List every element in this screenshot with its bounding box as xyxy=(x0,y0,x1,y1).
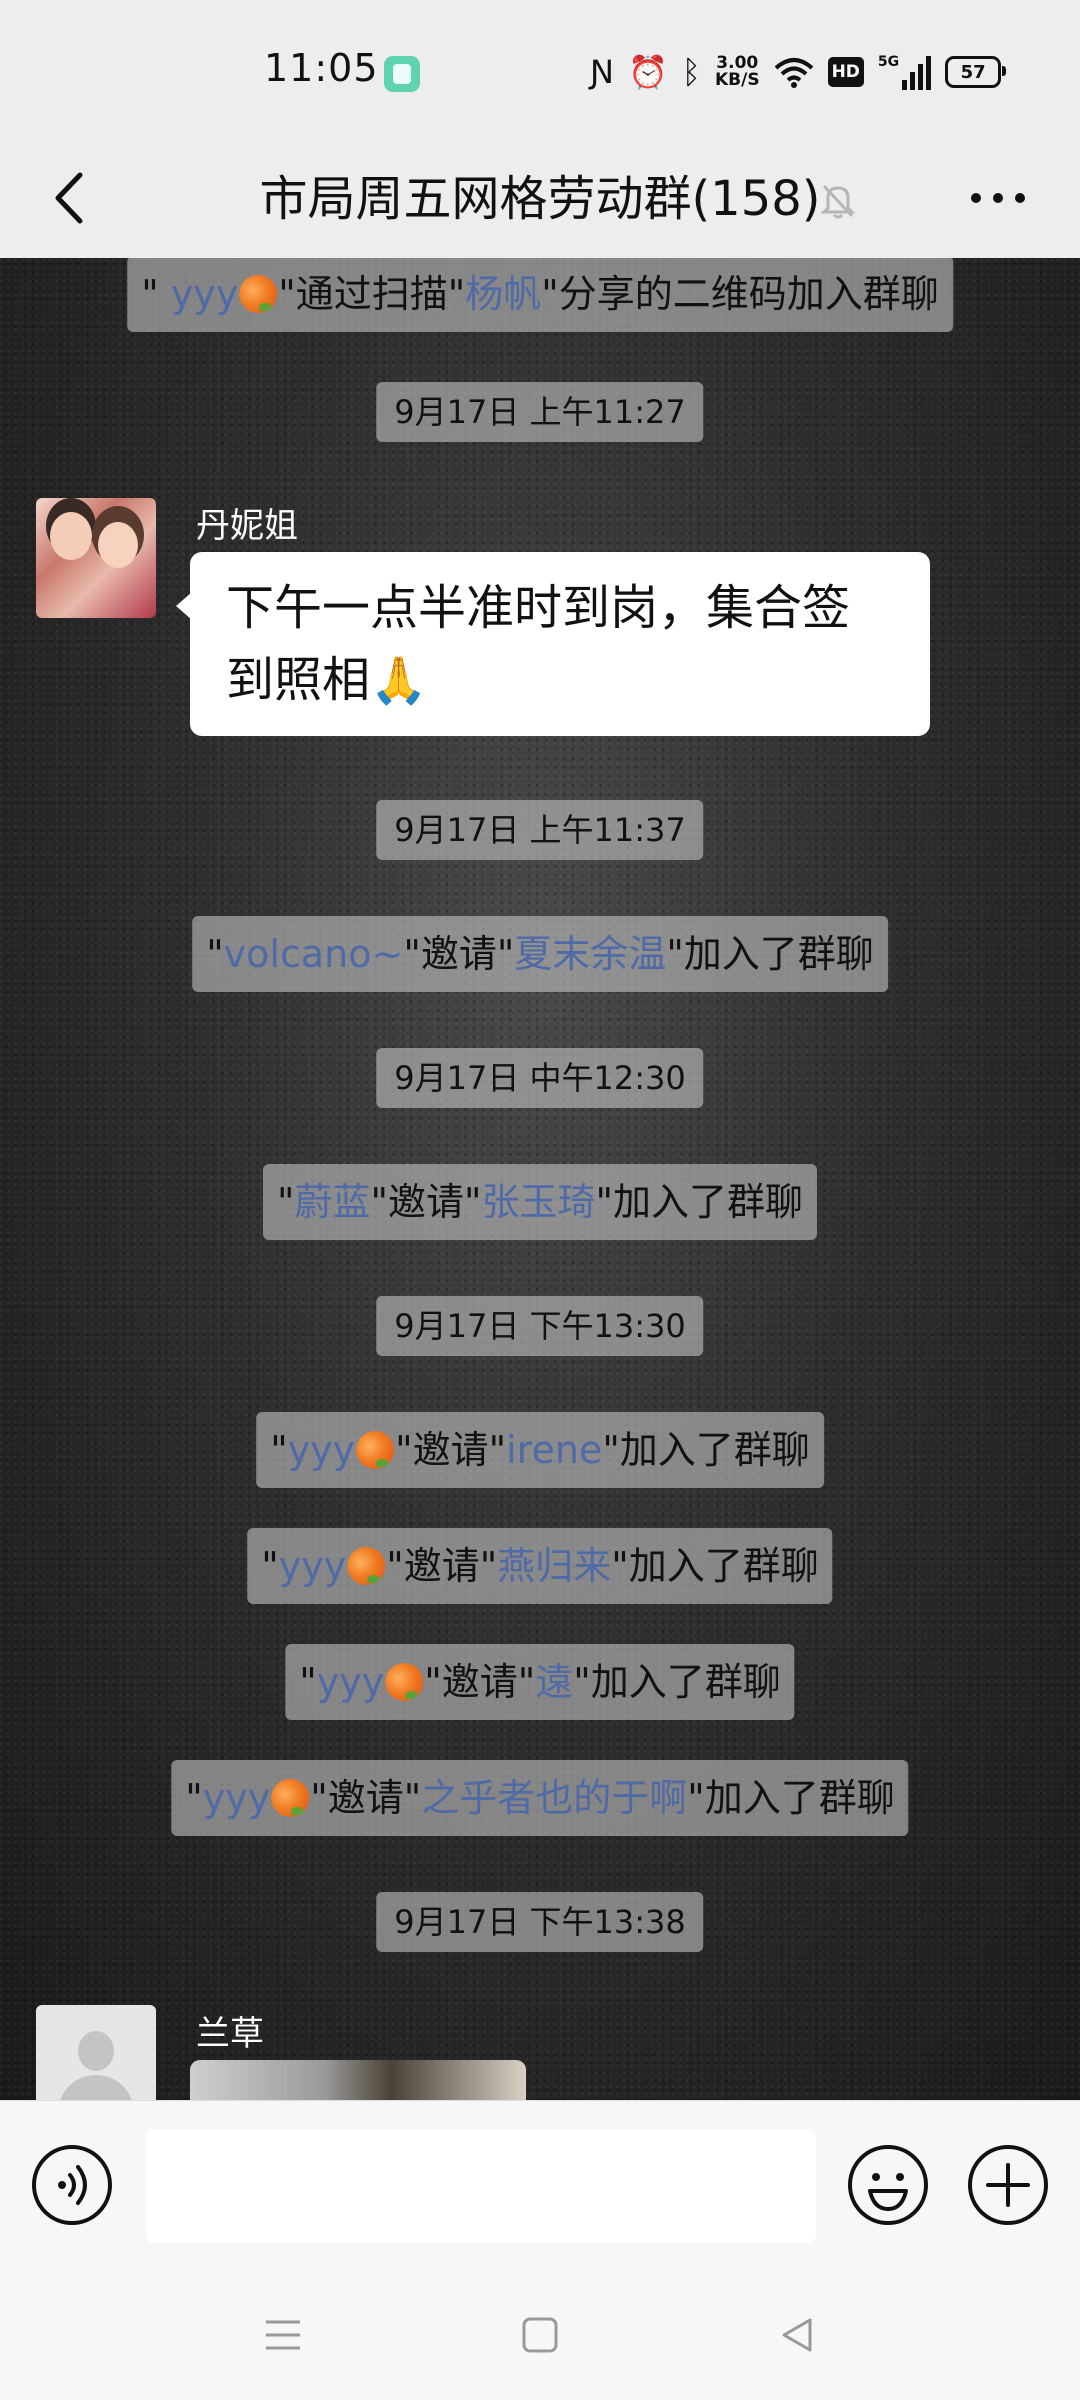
member-name[interactable]: 燕归来 xyxy=(497,1544,611,1588)
member-name[interactable]: 遠 xyxy=(535,1660,573,1704)
image-message[interactable] xyxy=(190,2060,526,2100)
battery-level: 57 xyxy=(960,61,986,83)
bell-off-icon xyxy=(820,184,856,219)
wifi-icon xyxy=(774,58,813,88)
system-message: "蔚蓝"邀请"张玉琦"加入了群聊 xyxy=(263,1164,817,1240)
member-name[interactable]: irene xyxy=(506,1428,602,1472)
system-message: "yyy "邀请"燕归来"加入了群聊 xyxy=(247,1528,833,1604)
signal-icon: 5G xyxy=(877,54,932,90)
status-bar: 11:05 Ɲ ⏰ ᛒ 3.00 KB/S HD 5G 57 xyxy=(0,0,1080,140)
app-notification-icon xyxy=(384,56,420,92)
timestamp: 9月17日 上午11:37 xyxy=(376,800,704,860)
member-name[interactable]: 夏末余温 xyxy=(514,932,666,976)
praying-hands-icon: 🙏 xyxy=(370,653,428,707)
status-time: 11:05 xyxy=(264,46,379,90)
avatar[interactable] xyxy=(36,2005,156,2100)
member-name[interactable]: yyy xyxy=(203,1776,270,1820)
member-name[interactable]: yyy xyxy=(279,1544,346,1588)
emoji-button[interactable] xyxy=(846,2143,930,2227)
speed-unit: KB/S xyxy=(714,70,760,90)
network-speed: 3.00 KB/S xyxy=(715,55,760,89)
chevron-left-icon xyxy=(55,172,83,224)
menu-icon[interactable] xyxy=(258,2310,308,2360)
sender-name: 兰草 xyxy=(196,2014,264,2054)
back-nav-icon[interactable] xyxy=(772,2310,822,2360)
member-name[interactable]: 张玉琦 xyxy=(481,1180,595,1224)
hd-badge: HD xyxy=(827,57,864,87)
message-bubble[interactable]: 下午一点半准时到岗，集合签到照相🙏 xyxy=(176,552,930,736)
member-name[interactable]: 之乎者也的于啊 xyxy=(421,1776,687,1820)
system-message: " yyy "通过扫描"杨帆"分享的二维码加入群聊 xyxy=(127,258,953,332)
bluetooth-icon: ᛒ xyxy=(681,53,701,91)
more-dots-icon xyxy=(971,193,1025,203)
system-message: "yyy "邀请"遠"加入了群聊 xyxy=(285,1644,795,1720)
member-name[interactable]: 杨帆 xyxy=(465,272,541,316)
message-input[interactable] xyxy=(146,2129,816,2243)
sender-name: 丹妮姐 xyxy=(196,506,298,546)
chat-title: 市局周五网格劳动群(158) xyxy=(259,171,821,227)
emoji-icon xyxy=(848,2145,928,2225)
network-type: 5G xyxy=(877,54,900,70)
system-message: "yyy "邀请"irene"加入了群聊 xyxy=(256,1412,824,1488)
peach-emoji-icon xyxy=(356,1431,395,1469)
voice-icon xyxy=(32,2145,112,2225)
peach-emoji-icon xyxy=(347,1547,386,1585)
peach-emoji-icon xyxy=(271,1779,310,1817)
nfc-icon: Ɲ xyxy=(590,53,614,91)
member-name[interactable]: yyy xyxy=(288,1428,355,1472)
alarm-icon: ⏰ xyxy=(627,53,668,91)
message-text: 下午一点半准时到岗，集合签到照相 xyxy=(226,580,851,708)
member-name[interactable]: volcano~ xyxy=(224,932,404,976)
timestamp: 9月17日 下午13:38 xyxy=(376,1892,704,1952)
home-icon[interactable] xyxy=(515,2310,565,2360)
member-name[interactable]: yyy xyxy=(171,272,238,316)
timestamp: 9月17日 下午13:30 xyxy=(376,1296,704,1356)
back-button[interactable] xyxy=(34,158,104,238)
peach-emoji-icon xyxy=(385,1663,424,1701)
timestamp: 9月17日 中午12:30 xyxy=(376,1048,704,1108)
input-bar xyxy=(0,2100,1080,2271)
plus-button[interactable] xyxy=(966,2143,1050,2227)
peach-emoji-icon xyxy=(239,275,278,313)
system-message: "yyy "邀请"之乎者也的于啊"加入了群聊 xyxy=(171,1760,909,1836)
timestamp: 9月17日 上午11:27 xyxy=(376,382,704,442)
system-message: "volcano~"邀请"夏末余温"加入了群聊 xyxy=(192,916,888,992)
system-nav-bar xyxy=(0,2270,1080,2400)
more-button[interactable] xyxy=(958,158,1038,238)
title-bar: 市局周五网格劳动群(158) xyxy=(0,140,1080,258)
plus-icon xyxy=(968,2145,1048,2225)
member-name[interactable]: yyy xyxy=(317,1660,384,1704)
member-name[interactable]: 蔚蓝 xyxy=(295,1180,371,1224)
status-icons: Ɲ ⏰ ᛒ 3.00 KB/S HD 5G 57 xyxy=(590,50,1007,94)
avatar[interactable] xyxy=(36,498,156,618)
chat-area[interactable]: " yyy "通过扫描"杨帆"分享的二维码加入群聊 9月17日 上午11:27 丹… xyxy=(0,258,1080,2100)
battery-icon: 57 xyxy=(945,56,1007,88)
voice-button[interactable] xyxy=(30,2143,114,2227)
